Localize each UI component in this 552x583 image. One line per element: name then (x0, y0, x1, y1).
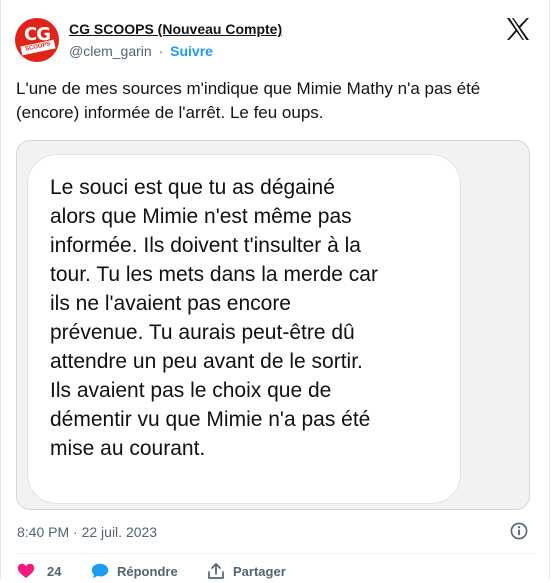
avatar[interactable]: CG SCOOPS (15, 18, 59, 62)
tweet-text: L'une de mes sources m'indique que Mimie… (16, 79, 481, 122)
author-display-name[interactable]: CG SCOOPS (Nouveau Compte) (69, 21, 282, 37)
speech-bubble-icon (91, 563, 109, 579)
divider (16, 553, 536, 554)
like-count: 24 (47, 563, 62, 579)
share-icon (208, 563, 224, 579)
tweet-image[interactable]: Le souci est que tu as dégainé alors que… (16, 140, 530, 510)
separator: · (158, 43, 164, 59)
message-text: Le souci est que tu as dégainé alors que… (50, 176, 378, 460)
share-button[interactable]: Partager (207, 563, 286, 579)
heart-icon (17, 563, 35, 578)
reply-label: Répondre (117, 563, 178, 579)
tweet-card: CG SCOOPS CG SCOOPS (Nouveau Compte) @cl… (0, 0, 550, 579)
share-label: Partager (233, 563, 286, 579)
x-logo-icon[interactable] (506, 18, 530, 40)
author-handle[interactable]: @clem_garin (69, 43, 152, 59)
like-button[interactable]: 24 (17, 563, 61, 579)
info-icon[interactable] (510, 522, 528, 540)
author-handle-row: @clem_garin · Suivre (69, 43, 213, 59)
reply-button[interactable]: Répondre (91, 563, 178, 579)
follow-button[interactable]: Suivre (170, 43, 213, 59)
tweet-timestamp[interactable]: 8:40 PM · 22 juil. 2023 (17, 524, 157, 540)
message-bubble: Le souci est que tu as dégainé alors que… (27, 154, 461, 504)
